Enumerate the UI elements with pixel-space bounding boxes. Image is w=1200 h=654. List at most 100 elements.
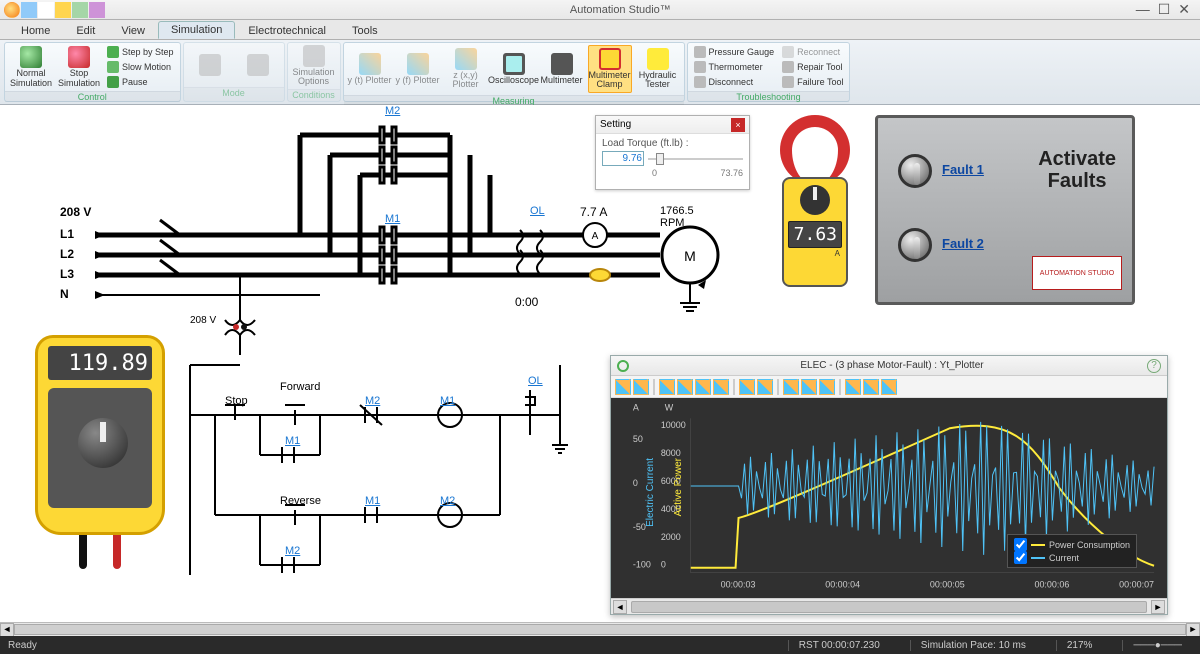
mode-button-1: [188, 54, 232, 77]
tab-home[interactable]: Home: [8, 22, 63, 39]
scroll-right-button[interactable]: ►: [1151, 600, 1165, 614]
tab-view[interactable]: View: [108, 22, 158, 39]
plot-legend[interactable]: [819, 379, 835, 395]
m1-coil-link[interactable]: M1: [440, 395, 455, 407]
disconnect-button[interactable]: Disconnect: [692, 75, 777, 89]
load-torque-input[interactable]: [602, 151, 644, 166]
plot-legend-box[interactable]: Power Consumption Current: [1007, 534, 1137, 568]
tab-edit[interactable]: Edit: [63, 22, 108, 39]
yf-plotter-button[interactable]: y (f) Plotter: [396, 53, 440, 85]
m1-nc-link[interactable]: M1: [365, 495, 380, 507]
qa-redo-icon[interactable]: [72, 2, 88, 18]
pressure-gauge-button[interactable]: Pressure Gauge: [692, 45, 777, 59]
plot-tool-2[interactable]: [633, 379, 649, 395]
plot-pan[interactable]: [713, 379, 729, 395]
slow-motion-button[interactable]: Slow Motion: [105, 60, 176, 74]
tab-electrotechnical[interactable]: Electrotechnical: [235, 22, 339, 39]
multimeter-reading: 119.89: [69, 351, 148, 376]
stop-simulation-button[interactable]: Stop Simulation: [57, 46, 101, 88]
plot-export[interactable]: [783, 379, 799, 395]
plot-zoom-out[interactable]: [677, 379, 693, 395]
plot-tool-1[interactable]: [615, 379, 631, 395]
ol-contact-link[interactable]: OL: [528, 375, 543, 387]
plot-zoom-in[interactable]: [659, 379, 675, 395]
tab-simulation[interactable]: Simulation: [158, 21, 235, 39]
m1-aux-link[interactable]: M1: [285, 435, 300, 447]
reconnect-button[interactable]: Reconnect: [780, 45, 845, 59]
ribbon-group-measuring: y (t) Plotter y (f) Plotter z (x,y) Plot…: [343, 42, 685, 102]
qa-undo-icon[interactable]: [55, 2, 71, 18]
fault-panel[interactable]: ActivateFaults Fault 1 Fault 2 AUTOMATIO…: [875, 115, 1135, 305]
thermometer-button[interactable]: Thermometer: [692, 60, 777, 74]
rpm-reading: 1766.5 RPM: [660, 205, 720, 229]
multimeter-button[interactable]: Multimeter: [540, 53, 584, 85]
canvas[interactable]: 208 V L1 L2 L3 N M2 M1 OL 7.7 A 1766.5 R…: [0, 105, 1200, 632]
contactor-m2-link[interactable]: M2: [385, 105, 400, 117]
load-torque-slider[interactable]: [648, 158, 743, 160]
minimize-button[interactable]: —: [1136, 1, 1150, 18]
legend-power-checkbox[interactable]: [1014, 538, 1027, 551]
plotter-scrollbar[interactable]: ◄ ►: [611, 598, 1167, 614]
fault-2-link[interactable]: Fault 2: [942, 236, 984, 251]
qa-misc-icon[interactable]: [89, 2, 105, 18]
probe-black-icon[interactable]: [79, 531, 87, 569]
canvas-hscroll[interactable]: ◄ ►: [0, 622, 1200, 636]
plotter-window[interactable]: ELEC - (3 phase Motor-Fault) : Yt_Plotte…: [610, 355, 1168, 615]
plot-copy[interactable]: [881, 379, 897, 395]
legend-current-checkbox[interactable]: [1014, 551, 1027, 564]
clamp-meter[interactable]: 7.63 A: [770, 115, 860, 305]
probe-red-icon[interactable]: [113, 531, 121, 569]
oscilloscope-button[interactable]: Oscilloscope: [492, 53, 536, 85]
y2-axis-label: Active Power: [673, 458, 684, 516]
scroll-left-button[interactable]: ◄: [613, 600, 627, 614]
multimeter-clamp-button[interactable]: Multimeter Clamp: [588, 45, 632, 93]
svg-text:0: 0: [633, 478, 638, 488]
plotter-help-button[interactable]: ?: [1147, 359, 1161, 373]
line-n: N: [60, 287, 69, 301]
status-zoom[interactable]: 217%: [1056, 640, 1103, 651]
fault-1-link[interactable]: Fault 1: [942, 162, 984, 177]
plot-reset[interactable]: [695, 379, 711, 395]
plot-grid[interactable]: [801, 379, 817, 395]
app-icon[interactable]: [4, 2, 20, 18]
status-slider[interactable]: ───●───: [1122, 640, 1192, 651]
svg-text:2000: 2000: [661, 532, 681, 542]
plot-cursor[interactable]: [739, 379, 755, 395]
m2-aux-link[interactable]: M2: [285, 545, 300, 557]
clamp-dial[interactable]: [800, 185, 830, 215]
repair-tool-button[interactable]: Repair Tool: [780, 60, 845, 74]
plot-marker[interactable]: [757, 379, 773, 395]
qa-open-icon[interactable]: [38, 2, 54, 18]
yt-plotter-button[interactable]: y (t) Plotter: [348, 53, 392, 85]
failure-tool-button[interactable]: Failure Tool: [780, 75, 845, 89]
contactor-m1-link[interactable]: M1: [385, 213, 400, 225]
plotter-run-icon[interactable]: [617, 360, 629, 372]
overload-link[interactable]: OL: [530, 205, 545, 217]
tab-tools[interactable]: Tools: [339, 22, 391, 39]
setting-dialog[interactable]: Setting × Load Torque (ft.lb) : 0 73.76: [595, 115, 750, 190]
qa-save-icon[interactable]: [21, 2, 37, 18]
step-by-step-button[interactable]: Step by Step: [105, 45, 176, 59]
simulation-options-button: Simulation Options: [292, 45, 336, 87]
m2-nc-link[interactable]: M2: [365, 395, 380, 407]
hscroll-right[interactable]: ►: [1186, 623, 1200, 637]
maximize-button[interactable]: ☐: [1158, 1, 1171, 18]
plot-settings[interactable]: [845, 379, 861, 395]
fault-switch-1[interactable]: [898, 154, 932, 188]
normal-simulation-button[interactable]: Normal Simulation: [9, 46, 53, 88]
plot-area[interactable]: Electric Current Active Power A 50 0 -50…: [611, 398, 1167, 598]
transformer-voltage: 208 V: [190, 315, 216, 326]
close-button[interactable]: ✕: [1178, 1, 1190, 18]
pause-button[interactable]: Pause: [105, 75, 176, 89]
fault-panel-title: ActivateFaults: [1038, 148, 1116, 192]
multimeter-knob[interactable]: [78, 418, 128, 468]
hydraulic-tester-button[interactable]: Hydraulic Tester: [636, 48, 680, 90]
fault-switch-2[interactable]: [898, 228, 932, 262]
multimeter[interactable]: 119.89: [35, 335, 165, 575]
zxy-plotter-button[interactable]: z (x,y) Plotter: [444, 48, 488, 90]
m2-coil-link[interactable]: M2: [440, 495, 455, 507]
ribbon-group-mode: Mode: [183, 42, 285, 102]
hscroll-left[interactable]: ◄: [0, 623, 14, 637]
setting-close-button[interactable]: ×: [731, 118, 745, 132]
plot-print[interactable]: [863, 379, 879, 395]
